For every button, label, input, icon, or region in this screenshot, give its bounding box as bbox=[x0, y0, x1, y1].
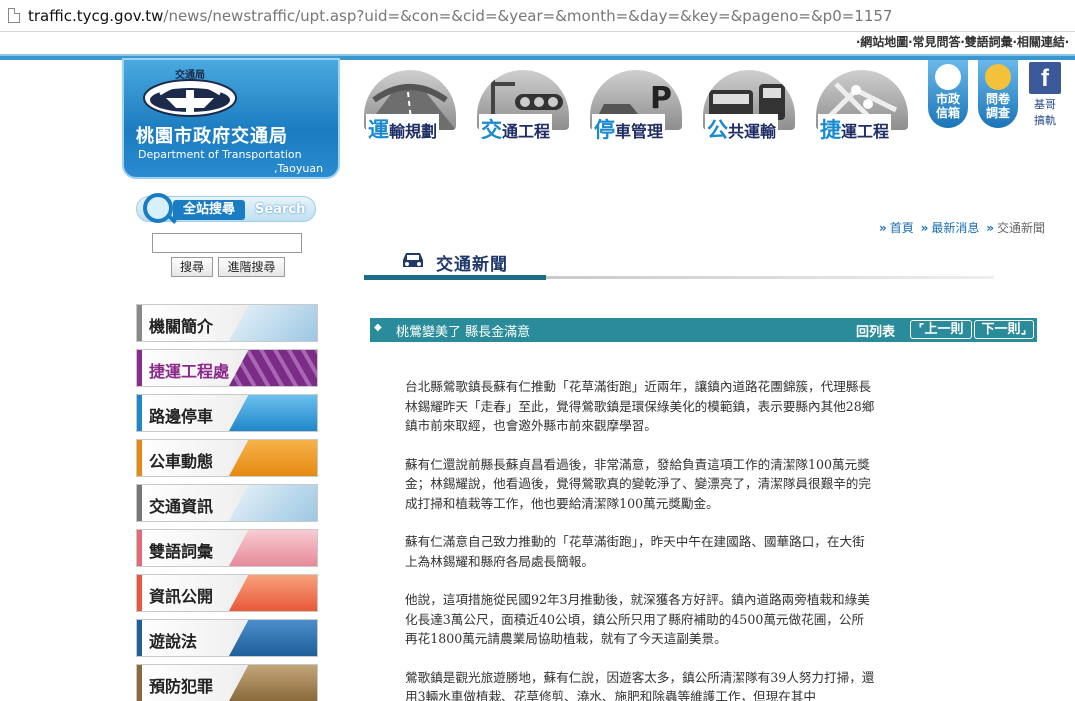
dot-emblem-icon: 交通局 bbox=[143, 68, 237, 117]
mail-icon bbox=[935, 64, 961, 90]
nav-traffic-engineering[interactable]: 交通工程 bbox=[473, 66, 573, 144]
article-paragraph: 台北縣鶯歌鎮長蘇有仁推動「花草滿街跑」近兩年，讓鎮內道路花團錦簇，代理縣長林錫耀… bbox=[405, 379, 875, 433]
nav-parking-management[interactable]: P 停車管理 bbox=[586, 66, 686, 144]
section-title: 交通新聞 bbox=[436, 255, 508, 275]
mayor-mailbox-button[interactable]: 市政 信箱 bbox=[928, 60, 968, 128]
menu-item-roadside-parking[interactable]: 路邊停車 bbox=[136, 394, 318, 432]
article-paragraph: 蘇有仁滿意自己致力推動的「花草滿街跑」，昨天中午在建國路、國華路口，在大街上為林… bbox=[405, 534, 865, 569]
article-paragraph: 鶯歌鎮是觀光旅遊勝地，蘇有仁說，因遊客太多，鎮公所清潔隊有39人努力打掃，還用3… bbox=[405, 669, 875, 701]
url-text[interactable]: traffic.tycg.gov.tw/news/newstraffic/upt… bbox=[28, 7, 892, 25]
diamond-icon: ◆ bbox=[374, 322, 382, 333]
breadcrumb: » 首頁 » 最新消息 » 交通新聞 bbox=[876, 219, 1045, 236]
address-bar[interactable]: traffic.tycg.gov.tw/news/newstraffic/upt… bbox=[0, 0, 1075, 32]
article-paragraph: 他說，這項措施從民國92年3月推動後，就深獲各方好評。鎮內道路兩旁植栽和綠美化長… bbox=[405, 592, 870, 646]
prev-item-button[interactable]: ⌜上一則 bbox=[910, 320, 972, 339]
section-heading: 交通新聞 bbox=[364, 246, 994, 282]
advanced-search-button[interactable]: 進階搜尋 bbox=[218, 257, 285, 277]
survey-button[interactable]: 問卷 調查 bbox=[978, 60, 1018, 128]
double-chevron-icon: » bbox=[986, 221, 994, 235]
search-button[interactable]: 搜尋 bbox=[171, 257, 213, 277]
arrow-icon: ⌟ bbox=[1020, 322, 1027, 337]
car-icon bbox=[403, 253, 423, 267]
search-badge: 全站搜尋 Search bbox=[136, 193, 316, 223]
next-item-button[interactable]: 下一則⌟ bbox=[974, 320, 1034, 339]
menu-item-traffic-info[interactable]: 交通資訊 bbox=[136, 484, 318, 522]
rail-lines-icon bbox=[229, 350, 317, 386]
side-icons: 市政 信箱 問卷 調查 f 基哥 搞軌 bbox=[926, 60, 1066, 130]
facebook-icon: f bbox=[1029, 62, 1061, 94]
news-title: 桃鶯變美了 縣長金滿意 bbox=[396, 325, 531, 340]
news-title-bar: ◆ 桃鶯變美了 縣長金滿意 回列表 ⌜上一則 下一則⌟ bbox=[370, 318, 1037, 342]
emblem-text: 交通局 bbox=[175, 68, 205, 81]
top-nav: 運輸規劃 交通工程 P 停車管理 公共運輸 捷運工程 bbox=[360, 66, 920, 144]
facebook-link[interactable]: f 基哥 搞軌 bbox=[1028, 60, 1062, 127]
menu-item-bus-status[interactable]: 公車動態 bbox=[136, 439, 318, 477]
books-icon bbox=[229, 620, 317, 656]
nav-mrt-engineering[interactable]: 捷運工程 bbox=[812, 66, 912, 144]
tv-icon bbox=[229, 575, 317, 611]
logo-english: Department of Transportation ,Taoyuan bbox=[138, 148, 324, 175]
logo-title: 桃園市政府交通局 bbox=[136, 126, 288, 147]
info-network-icon bbox=[229, 485, 317, 521]
double-chevron-icon: » bbox=[879, 221, 887, 235]
breadcrumb-current: 交通新聞 bbox=[996, 221, 1045, 235]
breadcrumb-home[interactable]: 首頁 bbox=[890, 221, 914, 235]
menu-item-bilingual-glossary[interactable]: 雙語詞彙 bbox=[136, 529, 318, 567]
magnifier-icon bbox=[143, 193, 173, 223]
lightbulb-icon bbox=[985, 64, 1011, 90]
menu-item-lobbying-act[interactable]: 遊說法 bbox=[136, 619, 318, 657]
breadcrumb-latest-news[interactable]: 最新消息 bbox=[931, 221, 979, 235]
article-body: 台北縣鶯歌鎮長蘇有仁推動「花草滿街跑」近兩年，讓鎮內道路花團錦簇，代理縣長林錫耀… bbox=[405, 377, 875, 701]
menu-item-agency-intro[interactable]: 機關簡介 bbox=[136, 304, 318, 342]
site-logo[interactable]: 交通局 桃園市政府交通局 Department of Transportatio… bbox=[122, 58, 340, 179]
nav-transport-planning[interactable]: 運輸規劃 bbox=[360, 66, 460, 144]
network-icon bbox=[229, 305, 317, 341]
double-chevron-icon: » bbox=[920, 221, 929, 235]
car-icon bbox=[229, 395, 317, 431]
chalkboard-icon bbox=[229, 530, 317, 566]
bus-icon bbox=[229, 440, 317, 476]
svg-text:P: P bbox=[650, 81, 672, 116]
page-icon bbox=[8, 8, 20, 23]
back-to-list-link[interactable]: 回列表 bbox=[856, 321, 895, 340]
top-links[interactable]: ‧網站地圖‧常見問答‧雙語詞彙‧相關連結‧ bbox=[856, 33, 1069, 50]
menu-item-crime-prevention[interactable]: 預防犯罪 bbox=[136, 664, 318, 701]
search-badge-zh: 全站搜尋 bbox=[173, 200, 245, 220]
article-paragraph: 蘇有仁還說前縣長蘇貞昌看過後，非常滿意，發給負責這項工作的清潔隊100萬元獎金；… bbox=[405, 456, 871, 511]
search-input[interactable] bbox=[152, 233, 302, 253]
nav-public-transport[interactable]: 公共運輸 bbox=[699, 66, 799, 144]
menu-item-info-disclosure[interactable]: 資訊公開 bbox=[136, 574, 318, 612]
search-badge-en: Search bbox=[255, 202, 306, 217]
menu-item-mrt-office[interactable]: 捷運工程處 bbox=[136, 349, 318, 387]
handcuffs-icon bbox=[229, 665, 317, 701]
